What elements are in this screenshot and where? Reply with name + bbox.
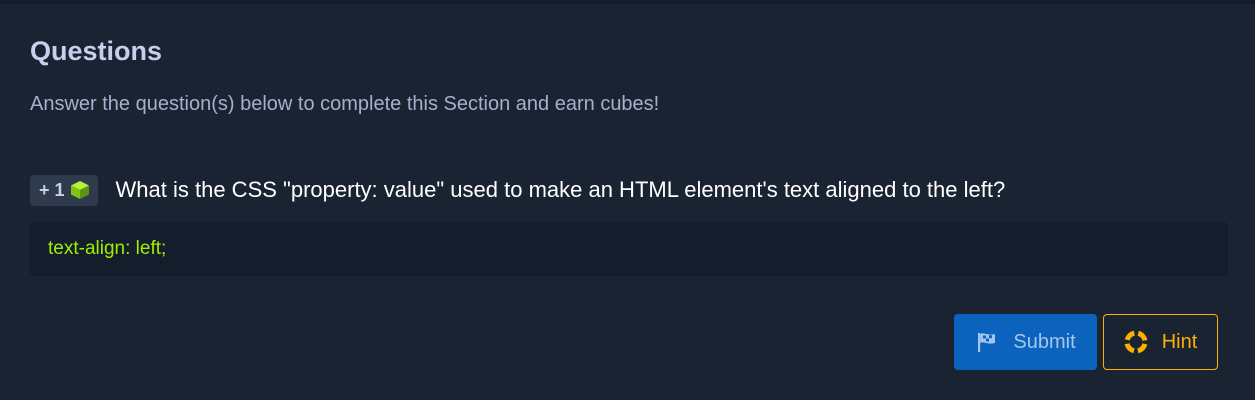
submit-button[interactable]: Submit (954, 314, 1097, 370)
submit-label: Submit (1013, 330, 1076, 353)
answer-field[interactable]: text-align: left; (30, 222, 1228, 276)
section-subtitle: Answer the question(s) below to complete… (30, 93, 660, 115)
hint-label: Hint (1161, 330, 1198, 353)
questions-panel: Questions Answer the question(s) below t… (0, 4, 1255, 400)
hint-button[interactable]: Hint (1103, 314, 1218, 370)
reward-badge: + 1 (30, 174, 98, 206)
question-text: What is the CSS "property: value" used t… (115, 177, 1006, 202)
lifebuoy-icon (1124, 330, 1148, 354)
answer-value: text-align: left; (48, 238, 167, 259)
flag-icon (975, 330, 999, 354)
section-title: Questions (30, 36, 163, 66)
cube-icon (69, 179, 91, 201)
question-row: + 1 What is the CSS "property: value" us… (30, 173, 1005, 207)
reward-amount: + 1 (39, 179, 65, 200)
